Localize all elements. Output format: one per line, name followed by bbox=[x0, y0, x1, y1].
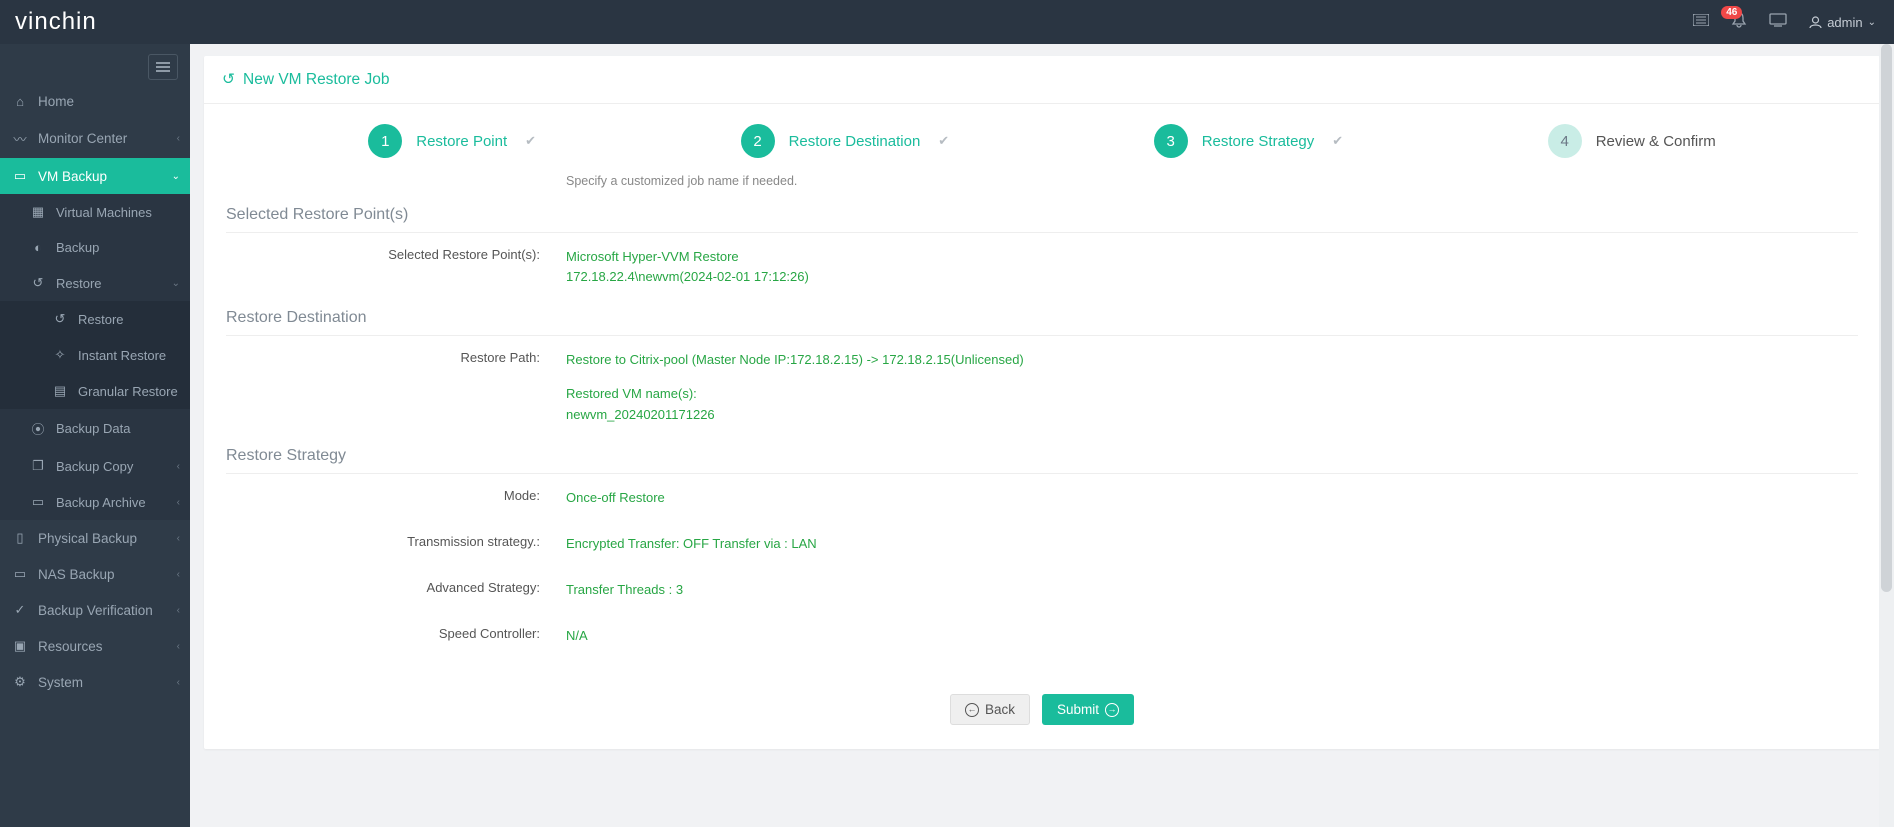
label-speed: Speed Controller: bbox=[226, 626, 566, 646]
label-mode: Mode: bbox=[226, 488, 566, 508]
nav-monitor[interactable]: 〰Monitor Center‹ bbox=[0, 119, 190, 158]
monitor-icon: 〰 bbox=[12, 129, 28, 148]
main-content: ↺ New VM Restore Job 1Restore Point✔ 2Re… bbox=[190, 44, 1894, 827]
user-name: admin bbox=[1827, 15, 1862, 30]
archive-icon: ▭ bbox=[30, 494, 46, 510]
arrow-right-icon: → bbox=[1105, 703, 1119, 717]
chevron-left-icon: ‹ bbox=[177, 677, 180, 688]
chevron-down-icon: ⌄ bbox=[172, 171, 180, 182]
value-selected-points: Microsoft Hyper-VVM Restore 172.18.22.4\… bbox=[566, 247, 1858, 287]
nav-instant-restore[interactable]: ✧Instant Restore bbox=[0, 337, 190, 373]
nav-resources[interactable]: ▣Resources‹ bbox=[0, 628, 190, 664]
job-name-hint: Specify a customized job name if needed. bbox=[226, 174, 1858, 202]
chevron-left-icon: ‹ bbox=[177, 641, 180, 652]
resources-icon: ▣ bbox=[12, 638, 28, 654]
nav-virtual-machines[interactable]: ▦Virtual Machines bbox=[0, 194, 190, 230]
nav-physical-backup[interactable]: ▯Physical Backup‹ bbox=[0, 520, 190, 556]
restore-icon: ↺ bbox=[222, 70, 235, 89]
submit-button[interactable]: Submit→ bbox=[1042, 694, 1134, 725]
check-icon: ✔ bbox=[1332, 133, 1343, 149]
value-speed: N/A bbox=[566, 626, 1858, 646]
nav-backup-copy[interactable]: ❐Backup Copy‹ bbox=[0, 448, 190, 484]
step-review-confirm[interactable]: 4Review & Confirm bbox=[1548, 124, 1716, 158]
physical-icon: ▯ bbox=[12, 530, 28, 546]
label-transmission: Transmission strategy.: bbox=[226, 534, 566, 554]
scroll-thumb[interactable] bbox=[1881, 44, 1892, 592]
brand-logo[interactable]: vinchin bbox=[15, 8, 97, 36]
page-title: ↺ New VM Restore Job bbox=[222, 70, 1862, 89]
user-menu[interactable]: admin ⌄ bbox=[1809, 15, 1876, 30]
check-icon: ✔ bbox=[525, 133, 536, 149]
vm-icon: ▭ bbox=[12, 168, 28, 184]
nav-restore-sub[interactable]: ↺Restore bbox=[0, 301, 190, 337]
server-icon: ▦ bbox=[30, 204, 46, 220]
chevron-left-icon: ‹ bbox=[177, 569, 180, 580]
back-button[interactable]: ←Back bbox=[950, 694, 1030, 725]
sidebar: ⌂Home 〰Monitor Center‹ ▭VM Backup⌄ ▦Virt… bbox=[0, 44, 190, 827]
user-icon bbox=[1809, 16, 1822, 29]
topbar: vinchin 46 admin ⌄ bbox=[0, 0, 1894, 44]
notification-bell-icon[interactable]: 46 bbox=[1731, 12, 1747, 33]
activity-icon[interactable] bbox=[1693, 13, 1709, 31]
label-advanced: Advanced Strategy: bbox=[226, 580, 566, 600]
section-selected-points: Selected Restore Point(s) bbox=[226, 202, 1858, 233]
home-icon: ⌂ bbox=[12, 94, 28, 109]
data-icon: ⦿ bbox=[30, 419, 46, 438]
nav-system[interactable]: ⚙System‹ bbox=[0, 664, 190, 700]
label-restore-path: Restore Path: bbox=[226, 350, 566, 424]
value-advanced: Transfer Threads : 3 bbox=[566, 580, 1858, 600]
instant-icon: ✧ bbox=[52, 347, 68, 363]
arrow-left-icon: ← bbox=[965, 703, 979, 717]
restore-icon: ↺ bbox=[30, 275, 46, 291]
gear-icon: ⚙ bbox=[12, 674, 28, 690]
nav-nas-backup[interactable]: ▭NAS Backup‹ bbox=[0, 556, 190, 592]
chevron-left-icon: ‹ bbox=[177, 497, 180, 508]
screen-icon[interactable] bbox=[1769, 13, 1787, 32]
nav-backup-data[interactable]: ⦿Backup Data bbox=[0, 409, 190, 448]
chevron-left-icon: ‹ bbox=[177, 461, 180, 472]
notification-badge: 46 bbox=[1721, 6, 1742, 19]
chevron-down-icon: ⌄ bbox=[172, 278, 180, 289]
nav-granular-restore[interactable]: ▤Granular Restore bbox=[0, 373, 190, 409]
step-restore-point[interactable]: 1Restore Point✔ bbox=[368, 124, 536, 158]
value-mode: Once-off Restore bbox=[566, 488, 1858, 508]
nav-vm-backup[interactable]: ▭VM Backup⌄ bbox=[0, 158, 190, 194]
step-restore-strategy[interactable]: 3Restore Strategy✔ bbox=[1154, 124, 1343, 158]
chevron-left-icon: ‹ bbox=[177, 605, 180, 616]
nas-icon: ▭ bbox=[12, 566, 28, 582]
menu-icon bbox=[156, 66, 170, 68]
label-selected-points: Selected Restore Point(s): bbox=[226, 247, 566, 287]
chevron-left-icon: ‹ bbox=[177, 533, 180, 544]
step-restore-destination[interactable]: 2Restore Destination✔ bbox=[741, 124, 950, 158]
scrollbar[interactable] bbox=[1879, 44, 1894, 827]
restore-icon: ↺ bbox=[52, 311, 68, 327]
check-icon: ✔ bbox=[938, 133, 949, 149]
granular-icon: ▤ bbox=[52, 383, 68, 399]
chevron-left-icon: ‹ bbox=[177, 133, 180, 144]
copy-icon: ❐ bbox=[30, 458, 46, 474]
nav-backup-archive[interactable]: ▭Backup Archive‹ bbox=[0, 484, 190, 520]
nav-restore[interactable]: ↺Restore⌄ bbox=[0, 265, 190, 301]
section-restore-strategy: Restore Strategy bbox=[226, 443, 1858, 474]
verify-icon: ✓ bbox=[12, 602, 28, 618]
wizard-stepper: 1Restore Point✔ 2Restore Destination✔ 3R… bbox=[226, 118, 1858, 174]
chevron-down-icon: ⌄ bbox=[1868, 17, 1876, 28]
nav-home[interactable]: ⌂Home bbox=[0, 84, 190, 119]
backup-icon: ◐ bbox=[30, 240, 46, 255]
value-restore-path: Restore to Citrix-pool (Master Node IP:1… bbox=[566, 350, 1858, 424]
value-transmission: Encrypted Transfer: OFF Transfer via : L… bbox=[566, 534, 1858, 554]
nav-backup[interactable]: ◐Backup bbox=[0, 230, 190, 265]
section-restore-destination: Restore Destination bbox=[226, 305, 1858, 336]
nav-backup-verification[interactable]: ✓Backup Verification‹ bbox=[0, 592, 190, 628]
sidebar-toggle[interactable] bbox=[148, 54, 178, 80]
